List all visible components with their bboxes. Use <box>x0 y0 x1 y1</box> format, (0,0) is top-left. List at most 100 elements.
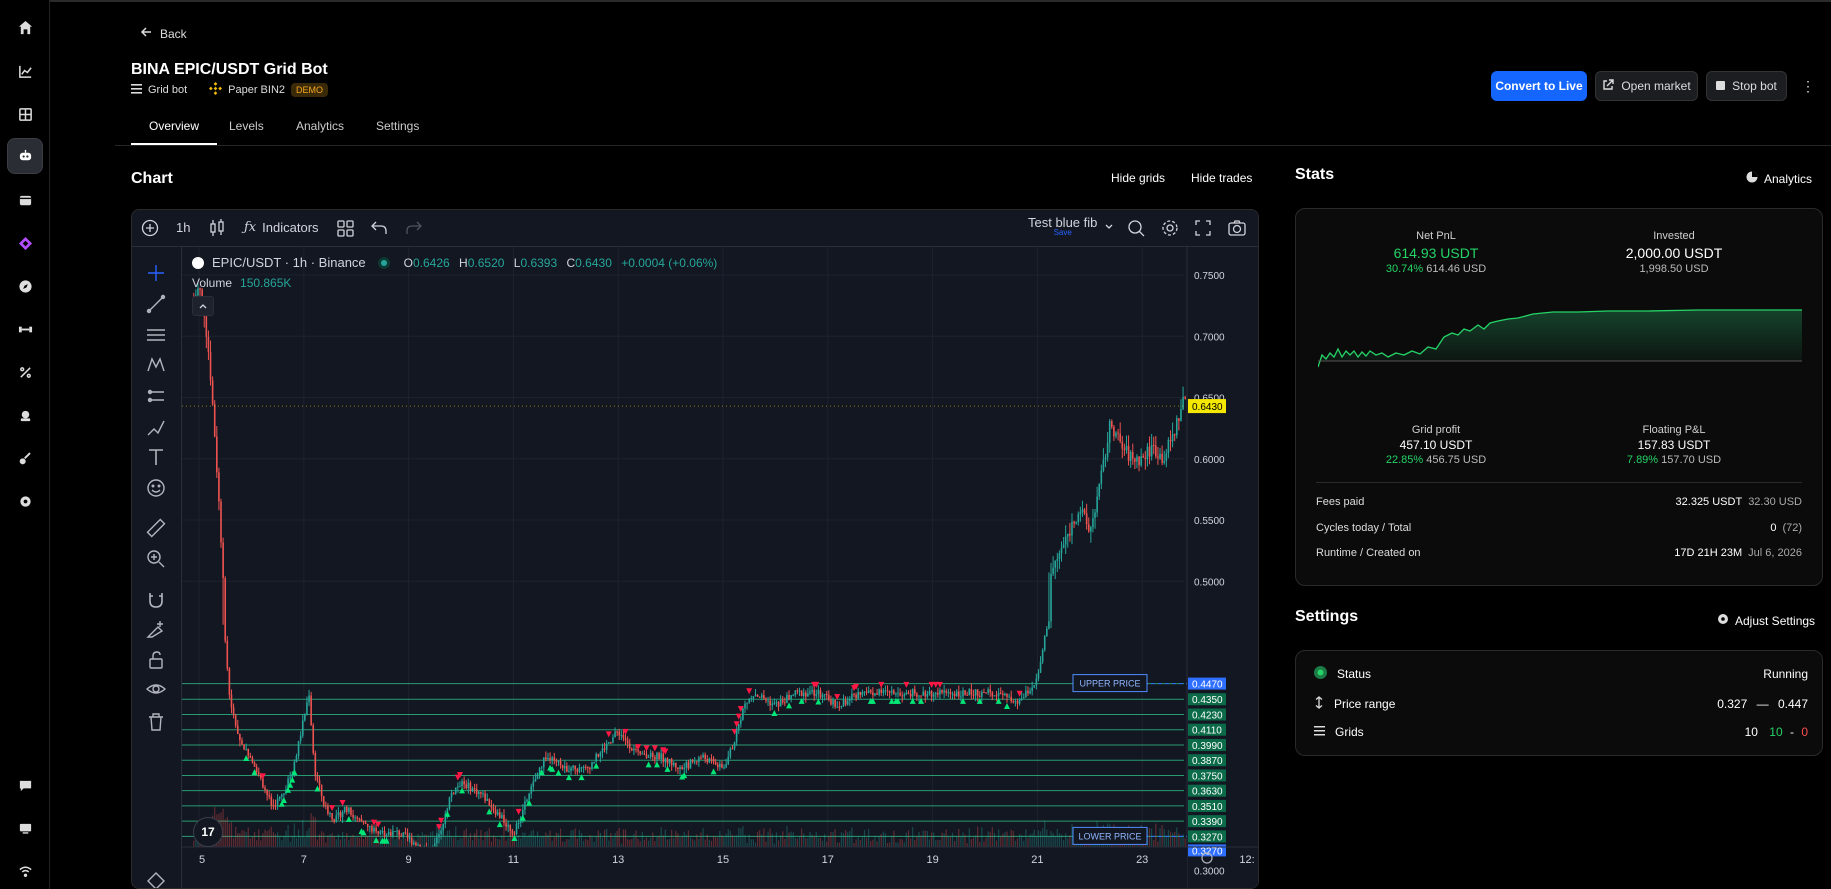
candlestick-chart[interactable]: 0.75000.70000.65000.60000.55000.50000.30… <box>182 247 1259 889</box>
tradingview-logo[interactable]: 17 <box>193 817 223 847</box>
interval-selector[interactable]: 1h <box>176 220 190 235</box>
trash-icon[interactable] <box>146 712 166 732</box>
candle-body <box>666 758 669 764</box>
candle-body <box>1159 453 1161 459</box>
volume-bar <box>874 835 876 847</box>
add-symbol-icon[interactable] <box>141 219 159 240</box>
magnet-icon[interactable] <box>146 590 166 610</box>
chat-icon[interactable] <box>7 767 43 803</box>
pattern-icon[interactable] <box>146 355 166 375</box>
wallet-icon[interactable] <box>7 182 43 218</box>
wifi-icon[interactable] <box>7 853 43 889</box>
forecast-icon[interactable] <box>146 386 166 406</box>
volume-bar <box>295 837 298 847</box>
close-value: 0.6430 <box>575 255 612 270</box>
lock-drawing-icon[interactable] <box>146 619 166 639</box>
layouts-icon[interactable] <box>337 220 354 240</box>
dashboard-icon[interactable] <box>7 96 43 132</box>
horizontal-lines-icon[interactable] <box>146 325 166 345</box>
volume-bar <box>461 838 463 847</box>
candle-body <box>545 757 547 760</box>
candle-body <box>631 748 633 751</box>
candle-body <box>584 766 587 768</box>
volume-bar <box>335 839 337 847</box>
tab-levels[interactable]: Levels <box>229 119 264 143</box>
home-icon[interactable] <box>7 9 43 45</box>
monitor-icon[interactable] <box>7 810 43 846</box>
analytics-link[interactable]: Analytics <box>1746 171 1812 186</box>
unlock-icon[interactable] <box>146 650 166 670</box>
ai-icon[interactable] <box>7 225 43 261</box>
support-agent-icon[interactable] <box>7 397 43 433</box>
trend-line-icon[interactable] <box>146 294 166 314</box>
volume-bar <box>660 827 662 847</box>
status-label: Status <box>1337 667 1372 681</box>
tab-analytics[interactable]: Analytics <box>296 119 344 143</box>
volume-bar <box>293 823 295 847</box>
candle-body <box>505 822 507 827</box>
object-tree-icon[interactable] <box>146 871 166 888</box>
candle-body <box>578 767 581 772</box>
chart-settings-icon[interactable] <box>1161 219 1179 240</box>
volume-bar <box>645 837 648 847</box>
invested-usd: 1,998.50 USD <box>1639 263 1709 275</box>
hide-grids-button[interactable]: Hide grids <box>1111 171 1165 185</box>
runtime-row: Runtime / Created on 17D 21H 23M Jul 6, 2… <box>1316 547 1802 559</box>
candle-body <box>475 788 478 795</box>
camera-icon[interactable] <box>1228 220 1246 239</box>
settings-gear-icon[interactable] <box>7 483 43 519</box>
candles-type-icon[interactable] <box>209 219 225 240</box>
key-icon[interactable] <box>7 440 43 476</box>
text-tool-icon[interactable] <box>146 447 166 467</box>
emoji-icon[interactable] <box>146 478 166 498</box>
candle-body <box>1161 453 1163 463</box>
volume-bar <box>471 839 474 847</box>
volume-bar <box>316 839 319 847</box>
candle-body <box>572 765 574 768</box>
tab-settings[interactable]: Settings <box>376 119 419 143</box>
quick-search-icon[interactable] <box>1127 219 1145 240</box>
back-link[interactable]: Back <box>140 26 187 41</box>
volume-bar <box>1159 827 1161 847</box>
collapse-legend-button[interactable] <box>192 296 214 316</box>
open-market-button[interactable]: Open market <box>1595 71 1698 101</box>
candle-body <box>867 690 870 693</box>
more-options-icon[interactable]: ⋮ <box>1798 71 1818 101</box>
stop-bot-button[interactable]: Stop bot <box>1706 71 1787 101</box>
volume-bar <box>824 834 826 847</box>
zoom-in-icon[interactable] <box>146 549 166 569</box>
compass-icon[interactable] <box>7 268 43 304</box>
volume-bar <box>580 833 583 847</box>
account-name: Paper BIN2 <box>228 84 286 96</box>
grid-level-label: 0.3990 <box>1192 741 1223 752</box>
redo-icon[interactable] <box>406 221 422 238</box>
volume-bar <box>681 836 683 847</box>
undo-icon[interactable] <box>371 221 387 238</box>
crosshair-icon[interactable] <box>146 263 166 283</box>
hide-trades-button[interactable]: Hide trades <box>1191 171 1252 185</box>
ruler-icon[interactable] <box>146 518 166 538</box>
volume-bar <box>253 832 256 847</box>
volume-bar <box>258 829 260 847</box>
chart-icon[interactable] <box>7 53 43 89</box>
volume-bar <box>557 833 560 847</box>
volume-bar <box>702 828 704 847</box>
fullscreen-icon[interactable] <box>1195 220 1211 239</box>
fitness-icon[interactable] <box>7 311 43 347</box>
candle-body <box>838 706 841 708</box>
chevron-down-icon[interactable] <box>1104 220 1114 235</box>
chart-layout-name[interactable]: Test blue fib Save <box>1028 215 1097 237</box>
chart-plot-area[interactable]: 0.7500 0.7000 0.6500 0.6000 0.5500 0.5000 0.30… <box>182 247 1259 889</box>
convert-to-live-button[interactable]: Convert to Live <box>1491 71 1587 101</box>
volume-bar <box>656 836 658 847</box>
brush-icon[interactable] <box>146 417 166 437</box>
indicators-button[interactable]: ƒx Indicators <box>244 220 319 235</box>
percent-icon[interactable] <box>7 354 43 390</box>
adjust-settings-button[interactable]: Adjust Settings <box>1717 613 1815 628</box>
volume-bar <box>354 837 356 847</box>
tab-overview[interactable]: Overview <box>131 119 218 145</box>
eye-icon[interactable] <box>145 679 167 699</box>
volume-bar <box>947 836 949 847</box>
candle-body <box>1146 446 1149 460</box>
bots-icon[interactable] <box>7 138 43 174</box>
